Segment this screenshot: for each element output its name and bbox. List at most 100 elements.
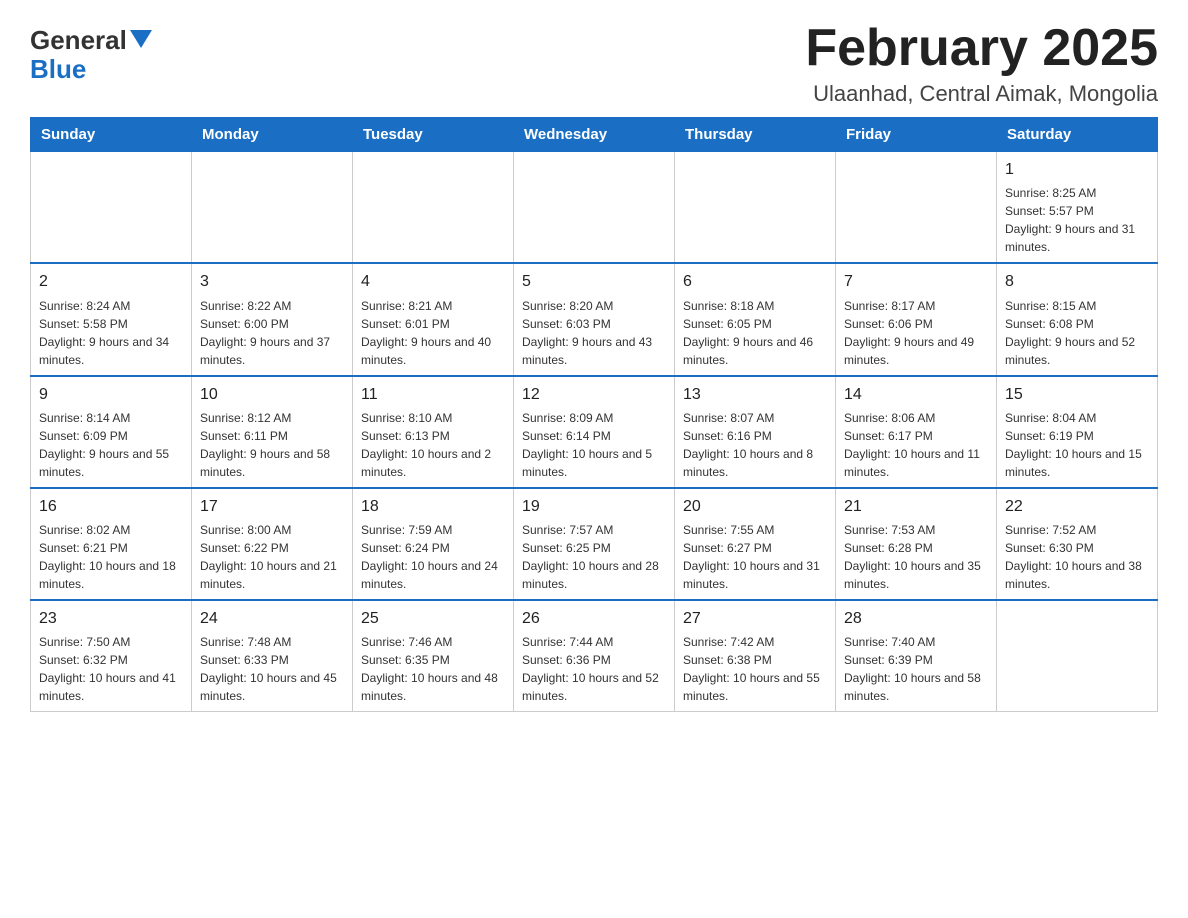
col-wednesday: Wednesday bbox=[514, 118, 675, 152]
day-info: Sunrise: 8:15 AMSunset: 6:08 PMDaylight:… bbox=[1005, 297, 1149, 369]
day-info: Sunrise: 7:55 AMSunset: 6:27 PMDaylight:… bbox=[683, 521, 827, 593]
calendar-cell-w4-d1: 16Sunrise: 8:02 AMSunset: 6:21 PMDayligh… bbox=[31, 488, 192, 600]
calendar-week-4: 16Sunrise: 8:02 AMSunset: 6:21 PMDayligh… bbox=[31, 488, 1158, 600]
day-info: Sunrise: 8:07 AMSunset: 6:16 PMDaylight:… bbox=[683, 409, 827, 481]
day-number: 27 bbox=[683, 607, 827, 630]
day-info: Sunrise: 8:17 AMSunset: 6:06 PMDaylight:… bbox=[844, 297, 988, 369]
calendar-cell-w2-d3: 4Sunrise: 8:21 AMSunset: 6:01 PMDaylight… bbox=[353, 263, 514, 375]
calendar-cell-w2-d6: 7 Sunrise: 8:17 AMSunset: 6:06 PMDaylight… bbox=[836, 263, 997, 375]
calendar-cell-w4-d7: 22Sunrise: 7:52 AMSunset: 6:30 PMDayligh… bbox=[997, 488, 1158, 600]
day-info: Sunrise: 7:46 AMSunset: 6:35 PMDaylight:… bbox=[361, 633, 505, 705]
month-title: February 2025 bbox=[805, 20, 1158, 77]
day-number: 14 bbox=[844, 383, 988, 406]
day-number: 7 bbox=[844, 270, 988, 293]
calendar-cell-w1-d4 bbox=[514, 152, 675, 264]
day-info: Sunrise: 8:09 AMSunset: 6:14 PMDaylight:… bbox=[522, 409, 666, 481]
calendar-cell-w2-d1: 2 Sunrise: 8:24 AMSunset: 5:58 PMDaylight… bbox=[31, 263, 192, 375]
calendar-cell-w3-d6: 14 Sunrise: 8:06 AMSunset: 6:17 PMDayligh… bbox=[836, 376, 997, 488]
calendar-cell-w5-d7 bbox=[997, 600, 1158, 712]
day-info: Sunrise: 8:04 AMSunset: 6:19 PMDaylight:… bbox=[1005, 409, 1149, 481]
col-saturday: Saturday bbox=[997, 118, 1158, 152]
calendar-cell-w5-d2: 24 Sunrise: 7:48 AMSunset: 6:33 PMDayligh… bbox=[192, 600, 353, 712]
day-info: Sunrise: 8:12 AMSunset: 6:11 PMDaylight:… bbox=[200, 409, 344, 481]
day-number: 15 bbox=[1005, 383, 1149, 406]
calendar-cell-w3-d3: 11 Sunrise: 8:10 AMSunset: 6:13 PMDayligh… bbox=[353, 376, 514, 488]
location-title: Ulaanhad, Central Aimak, Mongolia bbox=[805, 81, 1158, 107]
calendar-week-3: 9 Sunrise: 8:14 AMSunset: 6:09 PMDaylight… bbox=[31, 376, 1158, 488]
day-info: Sunrise: 8:24 AMSunset: 5:58 PMDaylight:… bbox=[39, 297, 183, 369]
day-number: 13 bbox=[683, 383, 827, 406]
day-number: 5 bbox=[522, 270, 666, 293]
logo-blue-text: Blue bbox=[30, 56, 86, 82]
calendar-cell-w2-d7: 8 Sunrise: 8:15 AMSunset: 6:08 PMDaylight… bbox=[997, 263, 1158, 375]
calendar-week-2: 2 Sunrise: 8:24 AMSunset: 5:58 PMDaylight… bbox=[31, 263, 1158, 375]
calendar-cell-w3-d2: 10Sunrise: 8:12 AMSunset: 6:11 PMDayligh… bbox=[192, 376, 353, 488]
calendar-cell-w2-d4: 5 Sunrise: 8:20 AMSunset: 6:03 PMDaylight… bbox=[514, 263, 675, 375]
col-sunday: Sunday bbox=[31, 118, 192, 152]
calendar-cell-w3-d1: 9 Sunrise: 8:14 AMSunset: 6:09 PMDaylight… bbox=[31, 376, 192, 488]
calendar-week-5: 23Sunrise: 7:50 AMSunset: 6:32 PMDayligh… bbox=[31, 600, 1158, 712]
calendar-cell-w4-d4: 19 Sunrise: 7:57 AMSunset: 6:25 PMDayligh… bbox=[514, 488, 675, 600]
day-number: 24 bbox=[200, 607, 344, 630]
day-number: 3 bbox=[200, 270, 344, 293]
calendar-cell-w5-d6: 28Sunrise: 7:40 AMSunset: 6:39 PMDayligh… bbox=[836, 600, 997, 712]
day-info: Sunrise: 7:59 AMSunset: 6:24 PMDaylight:… bbox=[361, 521, 505, 593]
day-number: 8 bbox=[1005, 270, 1149, 293]
day-info: Sunrise: 7:53 AMSunset: 6:28 PMDaylight:… bbox=[844, 521, 988, 593]
day-number: 18 bbox=[361, 495, 505, 518]
calendar-cell-w5-d1: 23Sunrise: 7:50 AMSunset: 6:32 PMDayligh… bbox=[31, 600, 192, 712]
day-info: Sunrise: 8:06 AMSunset: 6:17 PMDaylight:… bbox=[844, 409, 988, 481]
day-number: 9 bbox=[39, 383, 183, 406]
day-info: Sunrise: 8:02 AMSunset: 6:21 PMDaylight:… bbox=[39, 521, 183, 593]
calendar-cell-w5-d4: 26 Sunrise: 7:44 AMSunset: 6:36 PMDayligh… bbox=[514, 600, 675, 712]
day-info: Sunrise: 8:14 AMSunset: 6:09 PMDaylight:… bbox=[39, 409, 183, 481]
logo: General Blue bbox=[30, 20, 152, 82]
day-info: Sunrise: 7:52 AMSunset: 6:30 PMDaylight:… bbox=[1005, 521, 1149, 593]
calendar-cell-w1-d5 bbox=[675, 152, 836, 264]
day-number: 21 bbox=[844, 495, 988, 518]
calendar-table: Sunday Monday Tuesday Wednesday Thursday… bbox=[30, 117, 1158, 712]
day-number: 28 bbox=[844, 607, 988, 630]
calendar-cell-w1-d3 bbox=[353, 152, 514, 264]
day-number: 2 bbox=[39, 270, 183, 293]
calendar-cell-w5-d5: 27 Sunrise: 7:42 AMSunset: 6:38 PMDayligh… bbox=[675, 600, 836, 712]
day-number: 6 bbox=[683, 270, 827, 293]
col-tuesday: Tuesday bbox=[353, 118, 514, 152]
calendar-cell-w1-d2 bbox=[192, 152, 353, 264]
day-number: 25 bbox=[361, 607, 505, 630]
day-info: Sunrise: 7:48 AMSunset: 6:33 PMDaylight:… bbox=[200, 633, 344, 705]
col-thursday: Thursday bbox=[675, 118, 836, 152]
day-info: Sunrise: 8:25 AMSunset: 5:57 PMDaylight:… bbox=[1005, 184, 1149, 256]
day-info: Sunrise: 8:22 AMSunset: 6:00 PMDaylight:… bbox=[200, 297, 344, 369]
day-number: 12 bbox=[522, 383, 666, 406]
day-number: 26 bbox=[522, 607, 666, 630]
calendar-cell-w2-d5: 6 Sunrise: 8:18 AMSunset: 6:05 PMDaylight… bbox=[675, 263, 836, 375]
day-info: Sunrise: 7:50 AMSunset: 6:32 PMDaylight:… bbox=[39, 633, 183, 705]
calendar-cell-w3-d5: 13 Sunrise: 8:07 AMSunset: 6:16 PMDayligh… bbox=[675, 376, 836, 488]
title-section: February 2025 Ulaanhad, Central Aimak, M… bbox=[805, 20, 1158, 107]
calendar-cell-w4-d5: 20 Sunrise: 7:55 AMSunset: 6:27 PMDayligh… bbox=[675, 488, 836, 600]
logo-general-text: General bbox=[30, 25, 127, 56]
day-info: Sunrise: 7:42 AMSunset: 6:38 PMDaylight:… bbox=[683, 633, 827, 705]
day-number: 20 bbox=[683, 495, 827, 518]
calendar-cell-w4-d6: 21 Sunrise: 7:53 AMSunset: 6:28 PMDayligh… bbox=[836, 488, 997, 600]
page-header: General Blue February 2025 Ulaanhad, Cen… bbox=[30, 20, 1158, 107]
day-info: Sunrise: 7:44 AMSunset: 6:36 PMDaylight:… bbox=[522, 633, 666, 705]
calendar-header-row: Sunday Monday Tuesday Wednesday Thursday… bbox=[31, 118, 1158, 152]
calendar-cell-w5-d3: 25 Sunrise: 7:46 AMSunset: 6:35 PMDayligh… bbox=[353, 600, 514, 712]
day-info: Sunrise: 8:18 AMSunset: 6:05 PMDaylight:… bbox=[683, 297, 827, 369]
calendar-cell-w4-d2: 17Sunrise: 8:00 AMSunset: 6:22 PMDayligh… bbox=[192, 488, 353, 600]
day-info: Sunrise: 8:20 AMSunset: 6:03 PMDaylight:… bbox=[522, 297, 666, 369]
day-info: Sunrise: 7:57 AMSunset: 6:25 PMDaylight:… bbox=[522, 521, 666, 593]
day-info: Sunrise: 8:10 AMSunset: 6:13 PMDaylight:… bbox=[361, 409, 505, 481]
day-info: Sunrise: 8:00 AMSunset: 6:22 PMDaylight:… bbox=[200, 521, 344, 593]
calendar-week-1: 1 Sunrise: 8:25 AMSunset: 5:57 PMDaylight… bbox=[31, 152, 1158, 264]
calendar-cell-w3-d4: 12 Sunrise: 8:09 AMSunset: 6:14 PMDayligh… bbox=[514, 376, 675, 488]
logo-arrow-icon bbox=[130, 30, 152, 53]
day-number: 19 bbox=[522, 495, 666, 518]
col-friday: Friday bbox=[836, 118, 997, 152]
day-number: 11 bbox=[361, 383, 505, 406]
calendar-cell-w1-d6 bbox=[836, 152, 997, 264]
day-info: Sunrise: 8:21 AMSunset: 6:01 PMDaylight:… bbox=[361, 297, 505, 369]
day-number: 1 bbox=[1005, 158, 1149, 181]
